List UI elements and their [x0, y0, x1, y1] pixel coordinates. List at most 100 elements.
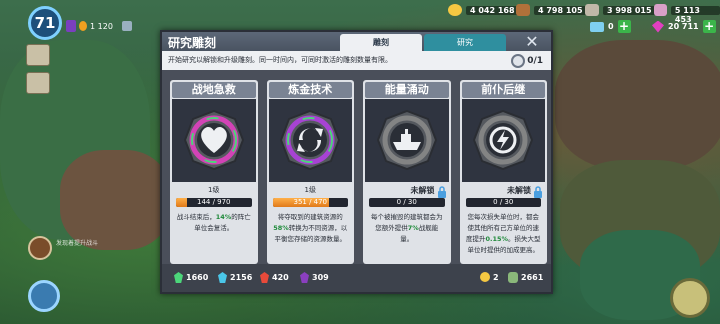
player-level: 71: [34, 14, 56, 32]
sculpture-locked-label: 未解锁: [410, 186, 435, 195]
sculpture-cards: 战地急救 1级 144 / 970 战斗结束后，14%的阵亡单位会复活。 炼金技术 1级 3…: [170, 80, 547, 268]
tab-sculptures[interactable]: 雕刻: [340, 34, 422, 51]
sculpture-title: 前仆后继: [461, 82, 545, 98]
sculpture-art: [461, 99, 545, 182]
close-icon: ✕: [525, 32, 539, 51]
iron-value: 5 113 453: [670, 5, 720, 24]
sculpture-progress-bar: 0 / 30: [369, 198, 445, 207]
progress-label: 0 / 30: [493, 198, 514, 206]
sculpture-title: 炼金技术: [268, 82, 352, 98]
coins-value: 2: [493, 272, 499, 282]
lock-icon: [437, 183, 447, 198]
diamond-resource: 0 +: [590, 20, 631, 33]
gold-icon: [448, 4, 462, 16]
sculpture-slot-icon: [511, 54, 526, 68]
sculpture-level: 1级: [304, 186, 316, 194]
chat-avatar[interactable]: [28, 236, 52, 260]
blue-fragments-value: 2156: [230, 273, 253, 282]
coin-icon: [480, 272, 490, 282]
highlight-value: 7%: [407, 224, 419, 232]
active-count: 0/1: [527, 56, 543, 66]
map-button[interactable]: [28, 280, 60, 312]
add-crystal-button[interactable]: +: [702, 20, 716, 33]
progress-label: 351 / 470: [293, 198, 328, 206]
compass-button[interactable]: [670, 278, 710, 318]
seeds-value: 2661: [521, 273, 544, 282]
calendar-button[interactable]: [26, 72, 50, 94]
headquarters-button[interactable]: [26, 44, 50, 66]
blue-fragment-icon: [218, 272, 227, 283]
sculpture-description: 战斗结束后，14%的阵亡单位会复活。: [176, 213, 251, 232]
green-fragments: 1660: [174, 272, 208, 283]
dialog-title: 研究雕刻: [168, 36, 217, 50]
add-diamond-button[interactable]: +: [617, 20, 631, 33]
stone-value: 3 998 015: [603, 5, 656, 15]
purple-fragment-icon: [300, 272, 309, 283]
progress-label: 0 / 30: [396, 198, 417, 206]
dialog-subtitle: 开始研究以解锁和升级雕刻。同一时间内，可同时激活的雕刻数量有限。: [168, 56, 392, 64]
progress-label: 144 / 970: [196, 198, 231, 206]
stone-resource: 3 998 015: [585, 4, 656, 16]
lightning-medal-icon: [473, 109, 534, 171]
sculpture-research-dialog: 研究雕刻 雕刻 研究 ✕ 开始研究以解锁和升级雕刻。同一时间内，可同时激活的雕刻…: [160, 30, 553, 294]
green-fragment-icon: [174, 272, 183, 283]
diamond-value: 0: [608, 22, 614, 31]
close-button[interactable]: ✕: [523, 33, 541, 50]
sculpture-description: 您每次损失单位时，都会使其他所有己方单位的速度提升0.15%。损失大型单位时提供…: [465, 213, 541, 254]
stone-icon: [585, 4, 599, 16]
sculpture-description: 每个被摧毁的建筑都会为您额外提供7%战舰能量。: [371, 213, 443, 243]
highlight-value: 58%: [273, 224, 289, 232]
highlight-value: 14%: [215, 213, 232, 221]
sculpture-art: [268, 99, 352, 182]
seed-bag-icon: [508, 272, 518, 283]
green-fragments-value: 1660: [186, 273, 209, 282]
gold-resource: 4 042 168: [448, 4, 519, 16]
blue-fragments: 2156: [218, 272, 252, 283]
sculpture-progress-bar: 0 / 30: [465, 198, 541, 207]
purple-fragments: 309: [300, 272, 329, 283]
dialog-header: 研究雕刻 雕刻 研究 ✕: [162, 32, 551, 51]
lock-icon: [533, 183, 543, 198]
purple-fragments-value: 309: [312, 273, 329, 282]
heart-medal-icon: [183, 109, 244, 171]
coins: 2: [480, 272, 499, 282]
sculpture-card[interactable]: 炼金技术 1级 351 / 470 将夺取到的建筑资源的58%转换为不同资源，以平衡您…: [266, 80, 354, 264]
wood-icon: [516, 4, 530, 16]
sculpture-card[interactable]: 战地急救 1级 144 / 970 战斗结束后，14%的阵亡单位会复活。: [170, 80, 258, 264]
player-resource-icon: [66, 20, 76, 32]
flame-icon: [79, 21, 87, 31]
chat-preview: 发现着提升战斗: [56, 240, 99, 247]
iron-icon: [654, 4, 667, 16]
sculpture-card[interactable]: 前仆后继未解锁 0 / 30 您每次损失单位时，都会使其他所有己方单位的速度提升0.…: [459, 80, 547, 264]
gold-value: 4 042 168: [466, 5, 519, 15]
crystal-icon: [652, 20, 664, 33]
sculpture-progress-bar: 351 / 470: [272, 198, 348, 207]
wood-resource: 4 798 105: [516, 4, 587, 16]
active-sculpture-counter: 0/1: [511, 54, 543, 68]
red-fragments-value: 420: [272, 273, 289, 282]
wood-value: 4 798 105: [534, 5, 587, 15]
sculpture-level: 1级: [208, 186, 220, 194]
target-icon[interactable]: [121, 21, 132, 31]
sculpture-title: 战地急救: [172, 82, 256, 98]
sculpture-locked-label: 未解锁: [507, 186, 531, 195]
tab-research[interactable]: 研究: [424, 34, 506, 51]
crystal-resource: 20 711 +: [652, 20, 716, 33]
sculpture-art: [365, 99, 449, 182]
red-fragment-icon: [260, 272, 269, 283]
alchemy-medal-icon: [280, 109, 341, 171]
player-resource: 1 120: [66, 20, 132, 32]
iron-resource: 5 113 453: [654, 4, 720, 24]
sculpture-description: 将夺取到的建筑资源的58%转换为不同资源，以平衡您存储的资源数量。: [273, 213, 348, 243]
sculpture-card[interactable]: 能量涌动未解锁 0 / 30 每个被摧毁的建筑都会为您额外提供7%战舰能量。: [363, 80, 451, 264]
crystal-value: 20 711: [668, 22, 699, 31]
highlight-value: 0.15%: [485, 235, 509, 243]
sculpture-progress-bar: 144 / 970: [176, 198, 252, 207]
red-fragments: 420: [260, 272, 289, 283]
player-resource-value: 1 120: [90, 21, 113, 31]
fragment-footer: 1660 2156 420 309 2 2661: [162, 264, 551, 292]
dialog-subbar: 开始研究以解锁和升级雕刻。同一时间内，可同时激活的雕刻数量有限。: [162, 51, 551, 70]
diamond-icon: [590, 21, 604, 32]
sculpture-title: 能量涌动: [365, 82, 449, 98]
player-level-badge[interactable]: 71: [28, 6, 62, 40]
